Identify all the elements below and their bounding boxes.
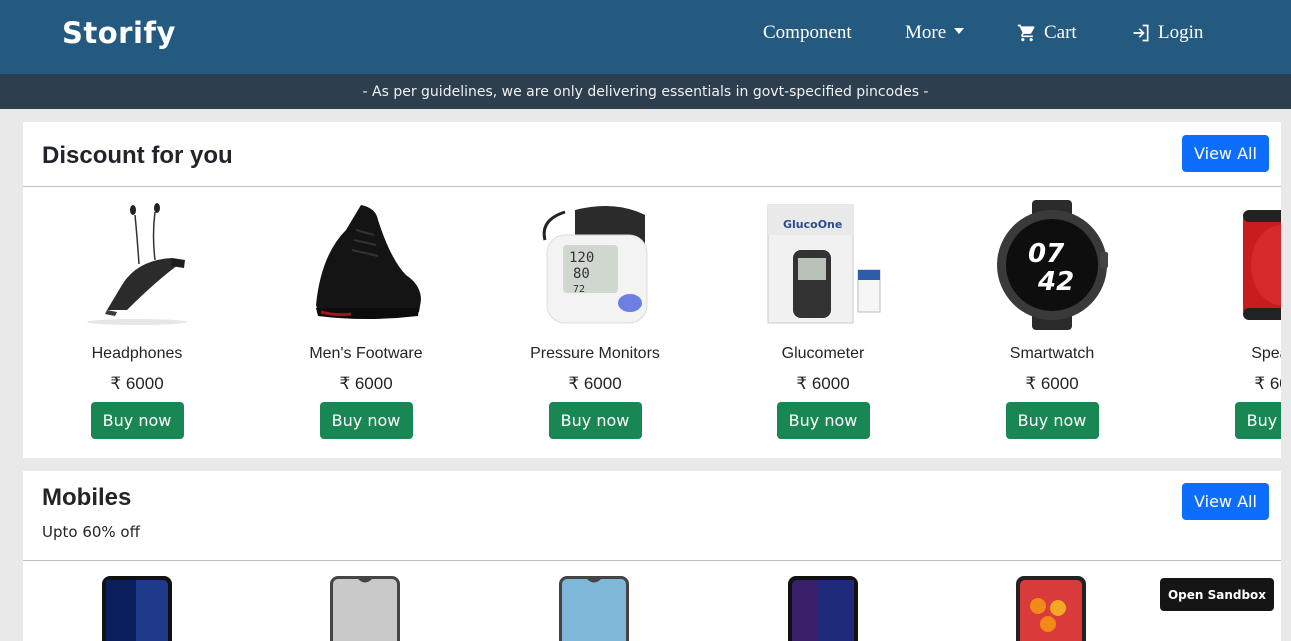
mobiles-view-all-button[interactable]: View All (1182, 483, 1269, 520)
product-price: ₹ 6000 (796, 374, 850, 393)
product-name: Glucometer (781, 345, 865, 362)
product-card: GlucoOne Glucometer ₹ 6000 Buy now (723, 200, 923, 439)
discount-title: Discount for you (42, 142, 233, 169)
nav-cart-label: Cart (1044, 22, 1077, 43)
product-price: ₹ 6000 (110, 374, 164, 393)
svg-text:80: 80 (573, 266, 590, 282)
svg-text:42: 42 (1037, 267, 1074, 297)
headphones-image (87, 203, 187, 325)
product-name: Headphones (91, 345, 183, 362)
product-name: Smartwatch (1009, 345, 1095, 362)
buy-now-button[interactable]: Buy now (548, 402, 642, 439)
divider (23, 186, 1281, 187)
phone-image (559, 576, 629, 641)
buy-now-button[interactable]: Buy now (1234, 402, 1281, 439)
speaker-image (1243, 210, 1281, 320)
nav-more-dropdown[interactable]: More (905, 22, 965, 44)
svg-text:07: 07 (1028, 239, 1065, 269)
buy-now-button[interactable]: Buy now (90, 402, 184, 439)
open-sandbox-button[interactable]: Open Sandbox (1160, 578, 1274, 611)
nav-login-label: Login (1158, 22, 1204, 43)
product-card: 120 80 72 Pressure Monitors ₹ 6000 Buy n… (495, 200, 695, 439)
caret-down-icon (954, 28, 965, 34)
pressure-monitor-image: 120 80 72 (542, 206, 648, 324)
discount-section: Discount for you View All Headphones ₹ 6… (23, 122, 1281, 458)
buy-now-button[interactable]: Buy now (776, 402, 870, 439)
mobiles-title: Mobiles (42, 484, 132, 511)
nav-cart[interactable]: Cart (1016, 22, 1077, 44)
navbar: Storify Component More Cart Login (0, 0, 1291, 74)
shoe-image (316, 205, 421, 319)
buy-now-button[interactable]: Buy now (1005, 402, 1099, 439)
phone-image (330, 576, 400, 641)
nav-component[interactable]: Component (763, 22, 852, 44)
nav-more-label: More (905, 22, 947, 43)
product-name: Speaker (1251, 345, 1281, 362)
nav-login[interactable]: Login (1130, 22, 1203, 44)
product-price: ₹ 6000 (339, 374, 393, 393)
product-name: Men's Footware (309, 345, 423, 362)
phone-image (1016, 576, 1086, 641)
buy-now-button[interactable]: Buy now (319, 402, 413, 439)
login-icon (1133, 24, 1149, 42)
product-card: Men's Footware ₹ 6000 Buy now (266, 200, 466, 439)
svg-text:120: 120 (569, 250, 594, 266)
glucometer-image: GlucoOne (767, 204, 881, 324)
product-card: 07 42 Smartwatch ₹ 6000 Buy now (952, 200, 1152, 439)
brand-logo[interactable]: Storify (62, 16, 176, 50)
svg-text:GlucoOne: GlucoOne (783, 218, 842, 231)
delivery-banner: - As per guidelines, we are only deliver… (0, 74, 1291, 109)
nav-component-label: Component (763, 22, 852, 43)
mobiles-section: Mobiles Upto 60% off View All (23, 471, 1281, 641)
cart-icon (1017, 24, 1035, 42)
product-card: Speaker ₹ 6000 Buy now (1181, 200, 1281, 439)
divider (23, 560, 1281, 561)
phone-image (102, 576, 172, 641)
smartwatch-image: 07 42 (997, 200, 1108, 330)
mobiles-subtitle: Upto 60% off (42, 523, 140, 541)
product-card: Headphones ₹ 6000 Buy now (37, 200, 237, 439)
discount-view-all-button[interactable]: View All (1182, 135, 1269, 172)
delivery-banner-text: - As per guidelines, we are only deliver… (362, 83, 929, 100)
product-price: ₹ 6000 (568, 374, 622, 393)
product-price: ₹ 6000 (1025, 374, 1079, 393)
svg-text:72: 72 (573, 284, 585, 295)
phone-image (788, 576, 858, 641)
product-name: Pressure Monitors (530, 345, 660, 362)
product-price: ₹ 6000 (1254, 374, 1281, 393)
